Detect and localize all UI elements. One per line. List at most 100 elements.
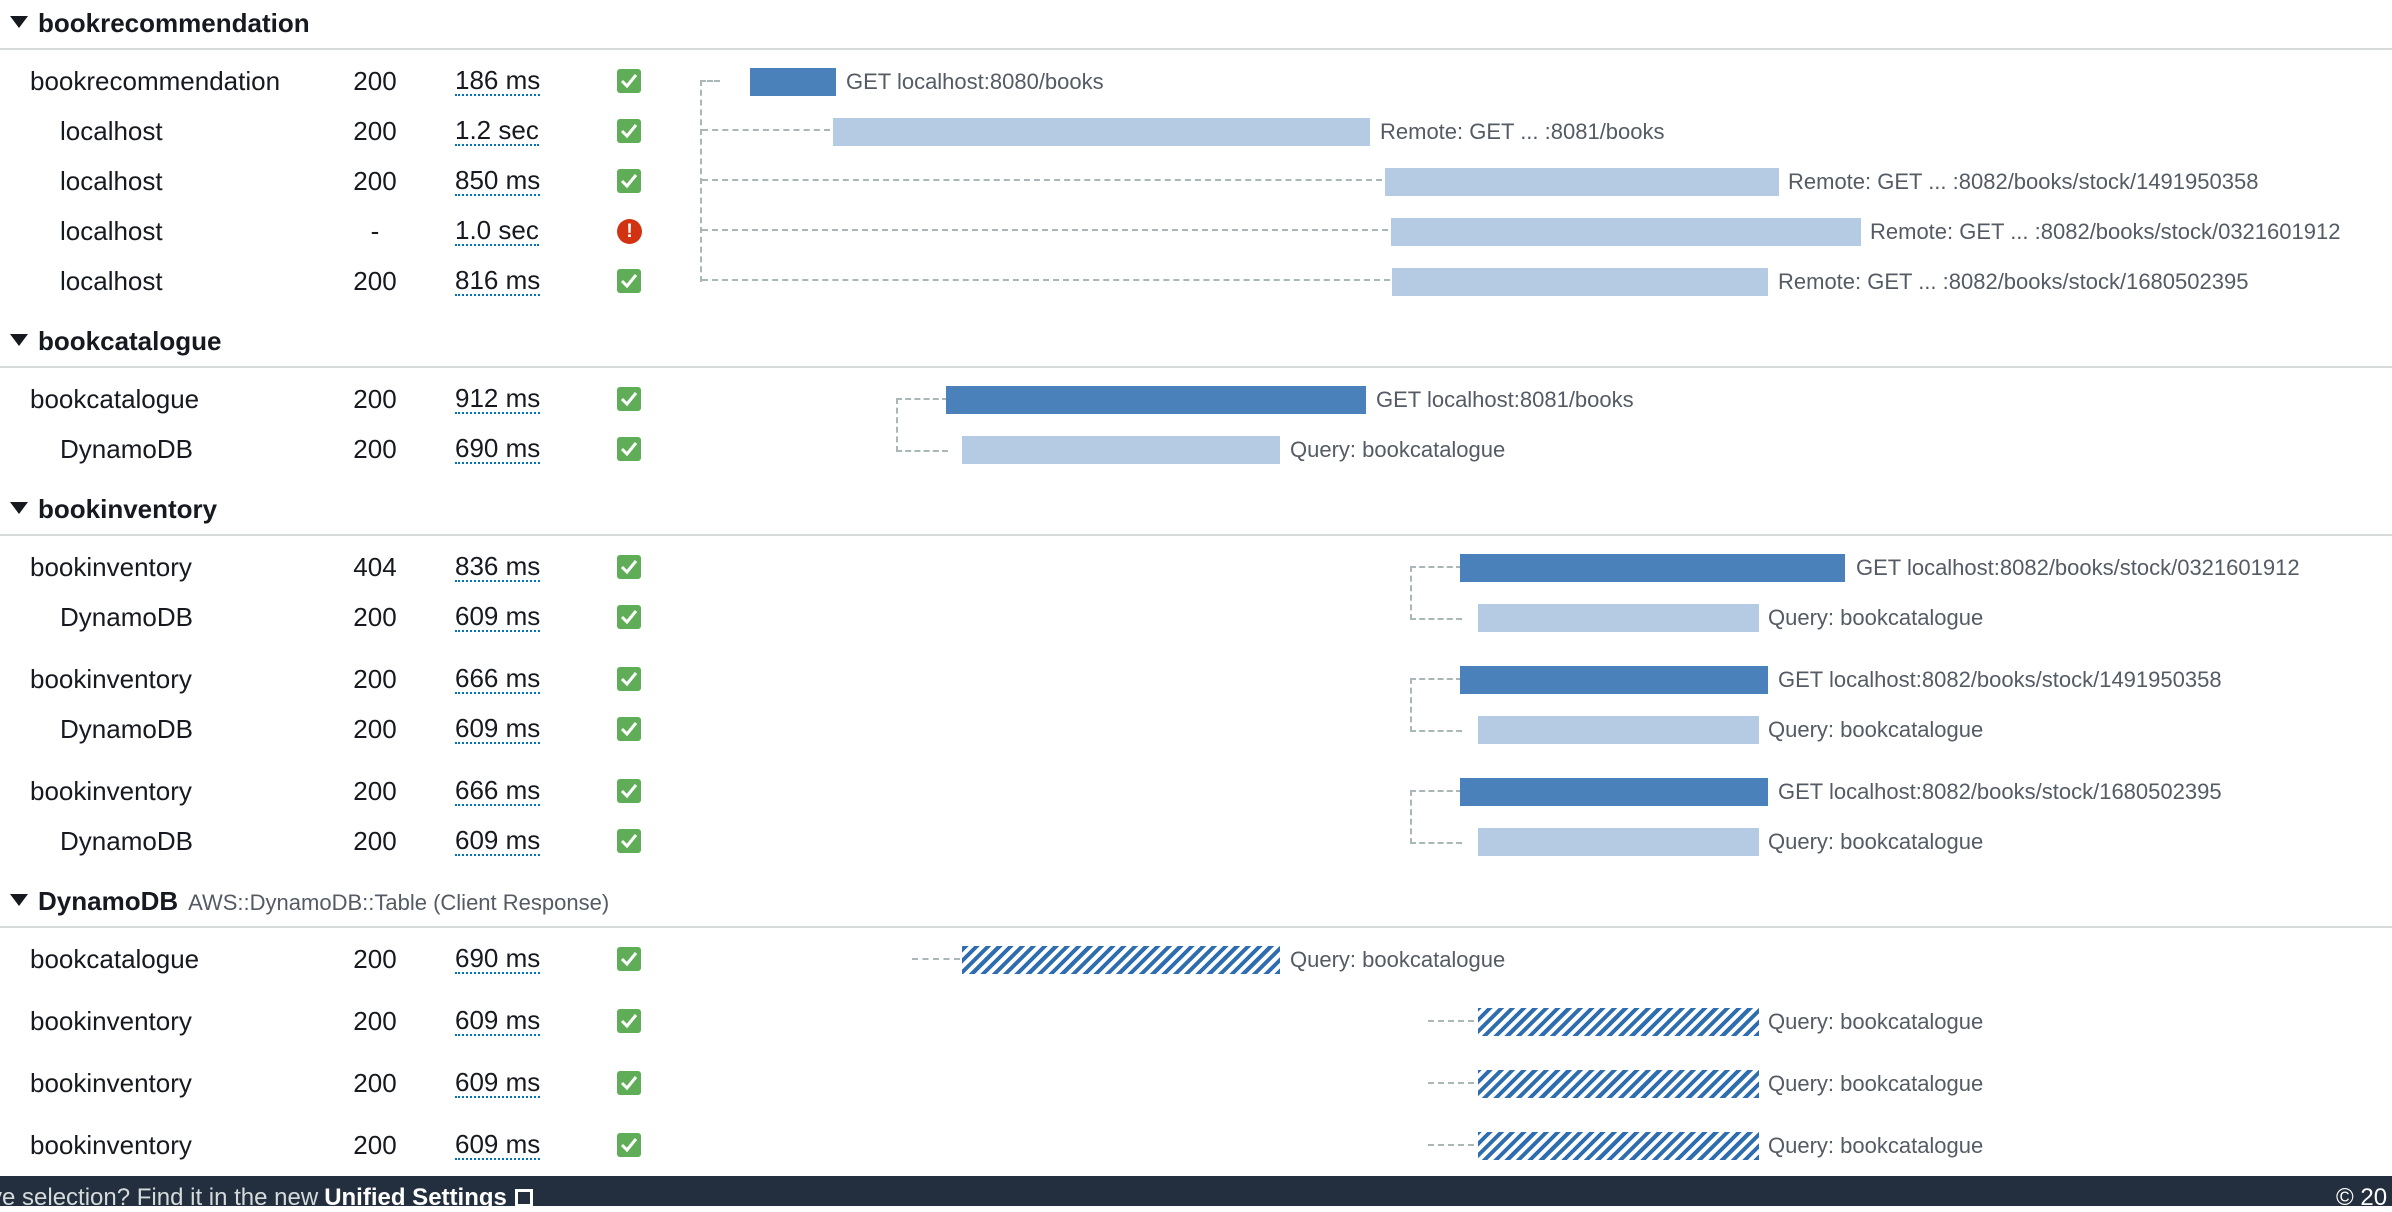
bar-label: Query: bookcatalogue: [1290, 437, 1506, 462]
segment-name: DynamoDB: [60, 434, 193, 464]
segment-name: localhost: [60, 116, 163, 146]
segment-row[interactable]: localhost 200 816 ms Remote: GET ... :80…: [0, 256, 2392, 306]
segment-row[interactable]: DynamoDB 200 609 ms Query: bookcatalogue: [0, 816, 2392, 866]
bar-label: Query: bookcatalogue: [1768, 1133, 1984, 1158]
bar-label: GET localhost:8082/books/stock/168050239…: [1778, 779, 2222, 804]
timeline-bar[interactable]: [946, 386, 1366, 414]
segment-name: bookinventory: [30, 1006, 192, 1036]
segment-row[interactable]: DynamoDB 200 609 ms Query: bookcatalogue: [0, 704, 2392, 754]
duration-link[interactable]: 609 ms: [455, 1130, 541, 1160]
duration-link[interactable]: 609 ms: [455, 826, 541, 856]
group-header-bookrecommendation[interactable]: bookrecommendation: [0, 0, 2392, 50]
segment-row[interactable]: DynamoDB 200 609 ms Query: bookcatalogue: [0, 592, 2392, 642]
check-icon: [617, 387, 641, 411]
duration-link[interactable]: 186 ms: [455, 66, 541, 96]
status-code: 200: [353, 602, 397, 632]
duration-link[interactable]: 836 ms: [455, 552, 541, 582]
segment-row[interactable]: bookinventory 200 609 ms Query: bookcata…: [0, 1058, 2392, 1108]
segment-row[interactable]: bookcatalogue 200 690 ms Query: bookcata…: [0, 934, 2392, 984]
bar-label: Remote: GET ... :8082/books/stock/168050…: [1778, 269, 2249, 294]
duration-link[interactable]: 816 ms: [455, 266, 541, 296]
status-code: 200: [353, 944, 397, 974]
status-code: 200: [353, 664, 397, 694]
timeline-bar[interactable]: [1478, 604, 1759, 632]
status-code: 200: [353, 1006, 397, 1036]
check-icon: [617, 1009, 641, 1033]
check-icon: [617, 667, 641, 691]
caret-down-icon[interactable]: [10, 894, 28, 906]
timeline-bar[interactable]: [1460, 778, 1768, 806]
segment-row[interactable]: bookcatalogue 200 912 ms GET localhost:8…: [0, 374, 2392, 452]
status-code: -: [370, 216, 380, 246]
duration-link[interactable]: 690 ms: [455, 944, 541, 974]
timeline-bar[interactable]: [750, 68, 836, 96]
duration-link[interactable]: 609 ms: [455, 602, 541, 632]
check-icon: [617, 555, 641, 579]
segment-row[interactable]: bookrecommendation 200 186 ms GET localh…: [0, 56, 2392, 282]
segment-row[interactable]: localhost - 1.0 sec ! Remote: GET ... :8…: [0, 206, 2392, 256]
timeline-bar[interactable]: [1478, 1132, 1759, 1160]
connector-line: [702, 279, 1390, 281]
timeline-bar[interactable]: [962, 946, 1280, 974]
segment-name: bookcatalogue: [30, 944, 200, 974]
footer-text: ve selection? Find it in the new Unified …: [0, 1184, 533, 1212]
connector-line: [702, 229, 1388, 231]
timeline-bar[interactable]: [1460, 554, 1845, 582]
caret-down-icon[interactable]: [10, 502, 28, 514]
timeline-bar[interactable]: [1478, 1008, 1759, 1036]
segment-row[interactable]: localhost 200 1.2 sec Remote: GET ... :8…: [0, 106, 2392, 156]
caret-down-icon[interactable]: [10, 16, 28, 28]
segment-name: DynamoDB: [60, 714, 193, 744]
duration-link[interactable]: 666 ms: [455, 664, 541, 694]
timeline-bar[interactable]: [1478, 828, 1759, 856]
duration-link[interactable]: 850 ms: [455, 166, 541, 196]
timeline-bar[interactable]: [1392, 268, 1768, 296]
duration-link[interactable]: 609 ms: [455, 714, 541, 744]
segment-row[interactable]: bookinventory 200 609 ms Query: bookcata…: [0, 1120, 2392, 1170]
segment-name: bookcatalogue: [30, 384, 200, 414]
segment-row[interactable]: DynamoDB 200 690 ms Query: bookcatalogue: [0, 424, 2392, 474]
check-icon: [617, 269, 641, 293]
group-title: bookinventory: [38, 494, 218, 524]
timeline-bar[interactable]: [1391, 218, 1861, 246]
duration-link[interactable]: 1.0 sec: [455, 216, 539, 246]
check-icon: [617, 169, 641, 193]
timeline-bar[interactable]: [1478, 1070, 1759, 1098]
timeline-bar[interactable]: [1385, 168, 1779, 196]
segment-name: localhost: [60, 216, 163, 246]
status-code: 200: [353, 434, 397, 464]
group-header-dynamodb[interactable]: DynamoDB AWS::DynamoDB::Table (Client Res…: [0, 878, 2392, 928]
group-title: bookcatalogue: [38, 326, 222, 356]
status-code: 200: [353, 776, 397, 806]
caret-down-icon[interactable]: [10, 334, 28, 346]
segment-name: DynamoDB: [60, 602, 193, 632]
segment-row[interactable]: localhost 200 850 ms Remote: GET ... :80…: [0, 156, 2392, 206]
check-icon: [617, 1133, 641, 1157]
group-header-bookcatalogue[interactable]: bookcatalogue: [0, 318, 2392, 368]
status-code: 200: [353, 384, 397, 414]
unified-settings-link[interactable]: Unified Settings: [324, 1184, 533, 1211]
timeline-bar[interactable]: [1478, 716, 1759, 744]
group-header-bookinventory[interactable]: bookinventory: [0, 486, 2392, 536]
timeline-bar[interactable]: [962, 436, 1280, 464]
duration-link[interactable]: 609 ms: [455, 1006, 541, 1036]
bar-label: GET localhost:8082/books/stock/149195035…: [1778, 667, 2222, 692]
timeline-bar[interactable]: [833, 118, 1370, 146]
check-icon: [617, 1071, 641, 1095]
segment-row[interactable]: bookinventory 200 609 ms Query: bookcata…: [0, 996, 2392, 1046]
duration-link[interactable]: 690 ms: [455, 434, 541, 464]
duration-link[interactable]: 1.2 sec: [455, 116, 539, 146]
bar-label: GET localhost:8080/books: [846, 69, 1104, 94]
status-code: 200: [353, 166, 397, 196]
segment-row[interactable]: bookinventory 200 666 ms GET localhost:8…: [0, 766, 2392, 844]
duration-link[interactable]: 912 ms: [455, 384, 541, 414]
segment-row[interactable]: bookinventory 200 666 ms GET localhost:8…: [0, 654, 2392, 732]
check-icon: [617, 119, 641, 143]
bar-label: Query: bookcatalogue: [1290, 947, 1506, 972]
segment-row[interactable]: bookinventory 404 836 ms GET localhost:8…: [0, 542, 2392, 620]
duration-link[interactable]: 609 ms: [455, 1068, 541, 1098]
segment-name: localhost: [60, 166, 163, 196]
duration-link[interactable]: 666 ms: [455, 776, 541, 806]
timeline-bar[interactable]: [1460, 666, 1768, 694]
check-icon: [617, 779, 641, 803]
